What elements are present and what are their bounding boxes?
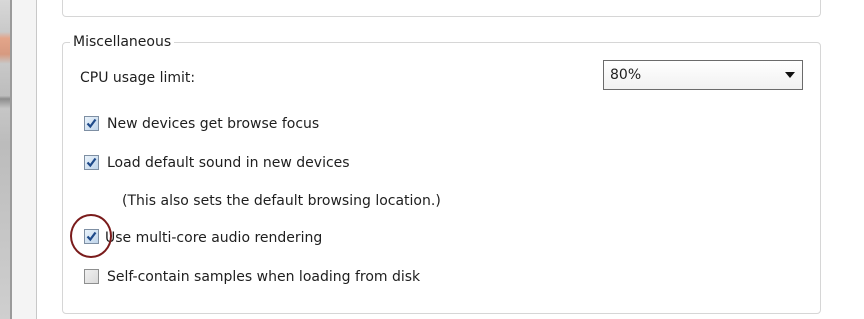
checkmark-icon	[86, 157, 97, 168]
load-default-sound-label[interactable]: Load default sound in new devices	[107, 154, 350, 172]
group-title: Miscellaneous	[70, 33, 175, 51]
self-contain-samples-label[interactable]: Self-contain samples when loading from d…	[107, 268, 420, 286]
chevron-down-icon	[785, 72, 795, 78]
cpu-usage-label: CPU usage limit:	[80, 70, 196, 86]
checkmark-icon	[86, 118, 97, 129]
cpu-usage-value: 80%	[610, 67, 642, 83]
new-devices-focus-label[interactable]: New devices get browse focus	[107, 115, 319, 133]
multi-core-audio-label[interactable]: Use multi-core audio rendering	[105, 229, 322, 247]
self-contain-samples-checkbox[interactable]	[84, 269, 99, 284]
previous-group-box	[62, 0, 821, 17]
load-default-sound-checkbox[interactable]	[84, 155, 99, 170]
window-edge	[0, 0, 12, 319]
highlight-circle-annotation	[70, 214, 112, 258]
new-devices-focus-checkbox[interactable]	[84, 116, 99, 131]
cpu-usage-select[interactable]: 80%	[603, 60, 803, 90]
browsing-location-note: (This also sets the default browsing loc…	[122, 193, 441, 209]
